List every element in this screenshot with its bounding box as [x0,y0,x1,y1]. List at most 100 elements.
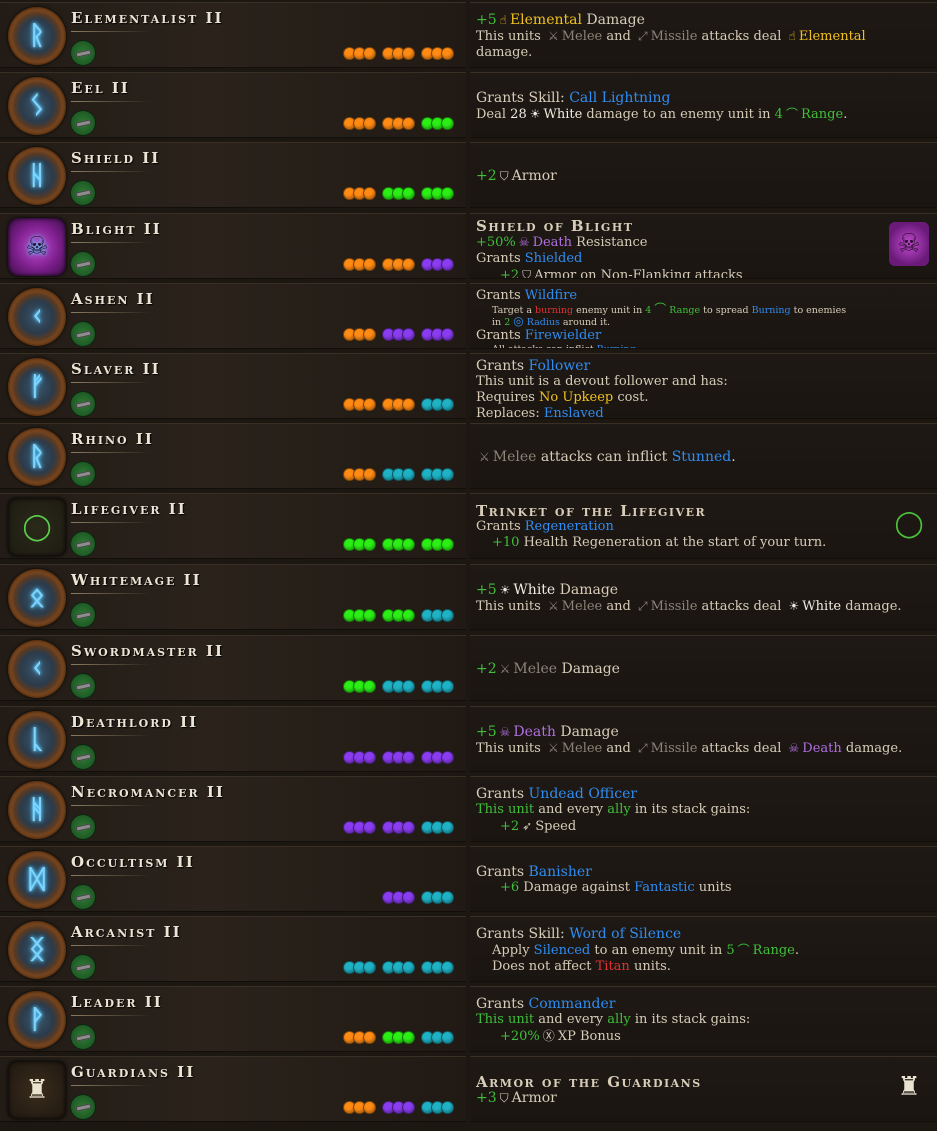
upgrade-row[interactable]: ᚳ Deathlord II +5 ☠ Death Damage This units ⚔… [0,706,937,772]
description-text: 5 [726,942,735,958]
description-text: Armor [511,168,557,184]
stat-icon: ⚔ [547,598,559,613]
sword-tier-icon [70,1024,96,1050]
teal-dot [402,468,415,481]
description-line: Deal 28 ☀ White damage to an enemy unit in… [476,106,931,123]
dot-group-teal [421,398,454,411]
description-text: Damage [581,11,645,28]
upgrade-card[interactable]: ᚱ Elementalist II [0,2,466,68]
sword-bar [75,118,91,128]
description-line: Replaces: Enslaved [476,406,931,418]
purple-dot [402,751,415,764]
upgrade-description: Grants Skill: Word of Silence Apply Silen… [470,916,937,982]
rune-glyph: ᛟ [29,583,45,613]
upgrade-row[interactable]: ᚠ Slaver II Grants Follower This unit is a … [0,353,937,419]
upgrade-card[interactable]: ᚲ Ashen II [0,283,466,349]
upgrade-card[interactable]: ᚳ Deathlord II [0,706,466,772]
upgrade-row[interactable]: ᚱ Elementalist II +5 ☝ Elemental Damage This … [0,2,937,68]
description-line: Target a burning enemy unit in 4 ⌒ Range t… [476,303,931,316]
upgrade-row[interactable]: ᛟ Whitemage II +5 ☀ White Damage This units ⚔… [0,564,937,630]
description-text: enemy unit in [573,305,646,316]
description-text: Armor of the Guardians [476,1073,702,1091]
description-text: damage. [841,740,903,756]
description-line: This unit and every ally in its stack ga… [476,802,931,818]
upgrade-row[interactable]: ᚲ Ashen II Grants Wildfire Target a burning… [0,283,937,349]
dot-group-orange [343,47,376,60]
name-underline [71,312,151,313]
stat-icon: ◎ [513,314,524,328]
upgrade-card[interactable]: ᛊ Eel II [0,72,466,138]
purple-dot [363,751,376,764]
upgrade-card[interactable]: ᚹ Leader II [0,986,466,1052]
upgrade-row[interactable]: ᚻ Necromancer II Grants Undead Officer This… [0,776,937,842]
description-text: Requires [476,390,540,405]
ring-icon: ◯ [8,498,66,556]
sword-bar [75,681,91,691]
upgrade-row[interactable]: ᛝ Arcanist II Grants Skill: Word of Silenc… [0,916,937,982]
upgrade-card[interactable]: ᚻ Necromancer II [0,776,466,842]
description-line: +2 ⛉ Armor on Non-Flanking attacks [476,267,931,279]
description-line: +50% ☠ Death Resistance [476,234,931,251]
purple-dot [441,751,454,764]
purple-dot [402,821,415,834]
description-text: Damage [555,723,619,740]
upgrade-row[interactable]: ᛊ Eel II Grants Skill: Call Lightning Deal … [0,72,937,138]
upgrade-row[interactable]: ♜ Guardians II Armor of the Guardians +3 ⛉ Ar… [0,1056,937,1122]
upgrade-card[interactable]: ◯ Lifegiver II [0,493,466,559]
upgrade-card[interactable]: ᚺ Shield II [0,142,466,208]
upgrade-description: Trinket of the Lifegiver Grants Regenerat… [470,493,937,559]
teal-dot [402,680,415,693]
upgrade-description: +5 ☝ Elemental Damage This units ⚔ Melee and… [470,2,937,68]
upgrade-description: Grants Follower This unit is a devout fol… [470,353,937,419]
rune-icon: ᚳ [8,711,66,769]
upgrade-card[interactable]: ᚲ Swordmaster II [0,635,466,701]
cost-dots [343,468,454,481]
upgrade-card[interactable]: ♜ Guardians II [0,1056,466,1122]
upgrade-row[interactable]: ☠ Blight II Shield of Blight +50% ☠ Death Res… [0,213,937,279]
rune-glyph: ☠ [25,232,49,262]
description-text: Damage against [519,880,635,895]
rune-glyph: ᛝ [29,935,45,965]
description-line: +5 ☠ Death Damage [476,724,931,740]
dot-group-orange [382,398,415,411]
sword-bar [75,399,91,409]
upgrade-card[interactable]: ᚱ Rhino II [0,423,466,489]
green-dot [363,538,376,551]
stat-icon: ⛉ [522,268,532,279]
description-text: Melee [561,598,603,614]
upgrade-card[interactable]: ᛝ Arcanist II [0,916,466,982]
dot-group-orange [343,1031,376,1044]
rune-glyph: ᚹ [29,1005,45,1035]
sword-bar [75,1102,91,1112]
description-text: White [513,581,556,598]
description-line: This units ⚔ Melee and ⤢ Missile attacks d… [476,28,931,45]
teal-dot [441,468,454,481]
rune-icon: ᚱ [8,7,66,65]
description-text: Grants [476,358,529,374]
sword-tier-icon [70,531,96,557]
teal-dot [441,1031,454,1044]
teal-dot [441,961,454,974]
upgrade-card[interactable]: ᛞ Occultism II [0,846,466,912]
upgrade-card[interactable]: ᛟ Whitemage II [0,564,466,630]
upgrade-name: Eel II [71,79,130,97]
upgrade-name: Arcanist II [71,923,182,941]
name-underline [71,1015,151,1016]
upgrade-row[interactable]: ᚺ Shield II +2 ⛉ Armor [0,142,937,208]
upgrade-row[interactable]: ᛞ Occultism II Grants Banisher +6 Damage ag… [0,846,937,912]
green-dot [441,538,454,551]
description-text: units. [629,958,671,974]
upgrade-row[interactable]: ᚱ Rhino II ⚔ Melee attacks can inflict Stun… [0,423,937,489]
description-text: . [843,106,848,122]
sword-tier-icon [70,321,96,347]
stat-icon: ☝ [788,28,796,43]
upgrade-row[interactable]: ᚹ Leader II Grants Commander This unit and … [0,986,937,1052]
upgrade-card[interactable]: ᚠ Slaver II [0,353,466,419]
upgrade-row[interactable]: ᚲ Swordmaster II +2 ⚔ Melee Damage [0,635,937,701]
upgrade-card[interactable]: ☠ Blight II [0,213,466,279]
upgrade-name: Swordmaster II [71,642,225,660]
dot-group-green [343,609,376,622]
upgrade-row[interactable]: ◯ Lifegiver II Trinket of the Lifegiver Gra… [0,493,937,559]
description-text: attacks deal [697,28,786,44]
description-text: damage to an enemy unit in [582,106,775,122]
